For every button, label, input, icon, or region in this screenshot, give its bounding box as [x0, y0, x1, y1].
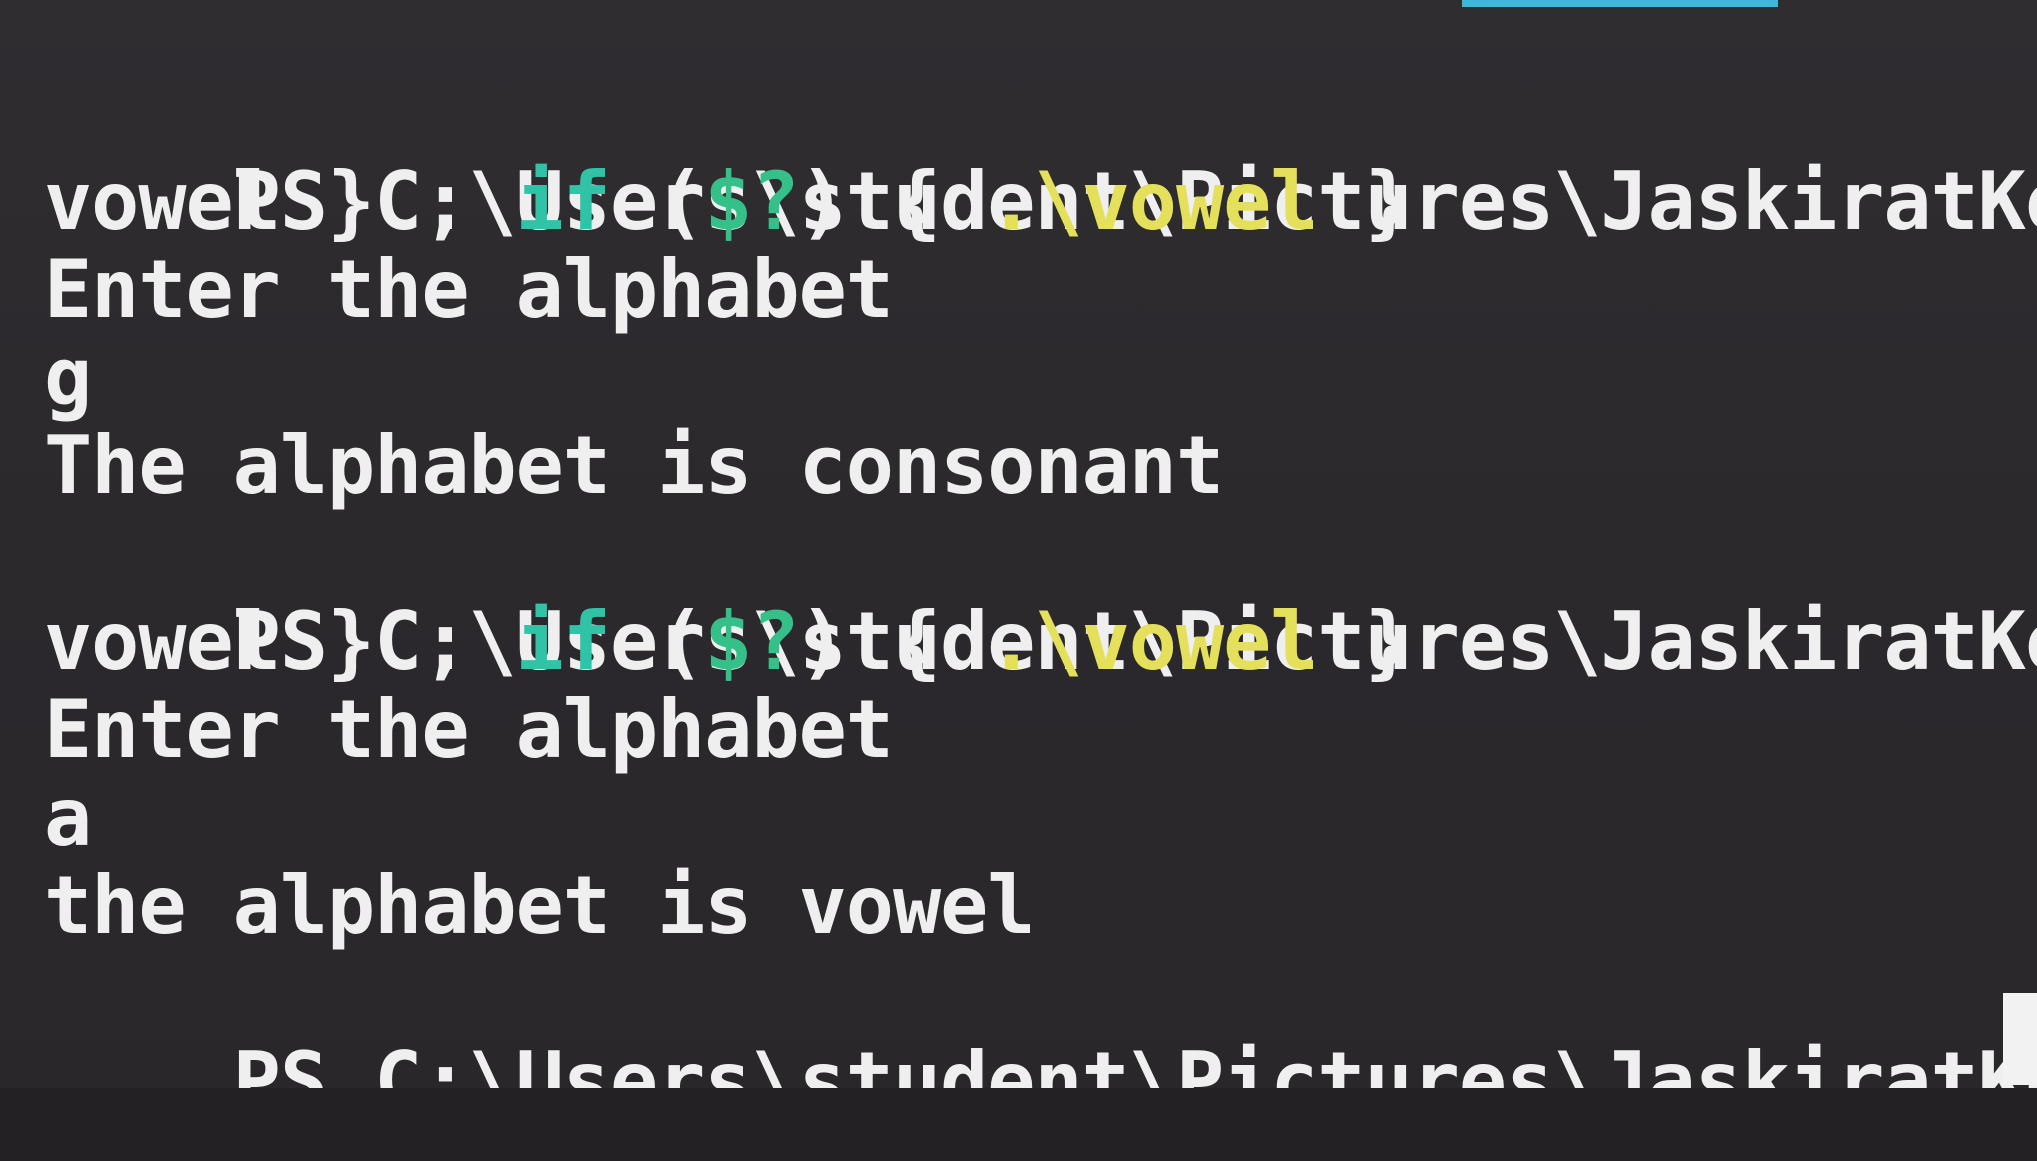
brace-close: }: [1317, 155, 1413, 248]
bottom-edge: [0, 1088, 2037, 1161]
brace-open: ) {: [798, 595, 988, 688]
output-line: Enter the alphabet: [44, 683, 894, 776]
prompt-line: PS C:\Users\student\Pictures\JaskiratKou…: [44, 950, 2037, 1091]
keyword-if: if: [515, 155, 611, 248]
active-tab-indicator: [1462, 0, 1778, 7]
command-prefix: vowel } ;: [44, 595, 516, 688]
command-line: vowel } ; if ($?) { .\vowel }: [44, 595, 1413, 688]
brace-open: ) {: [798, 155, 988, 248]
input-echo-line: g: [44, 331, 92, 424]
output-line: The alphabet is consonant: [44, 419, 1224, 512]
paren-open: (: [609, 595, 705, 688]
variable-status: $?: [704, 595, 799, 688]
command-line: vowel } ; if ($?) { .\vowel }: [44, 155, 1413, 248]
terminal-output[interactable]: PS C:\Users\student\Pictures\JaskiratKou…: [44, 70, 2037, 1091]
variable-status: $?: [704, 155, 799, 248]
keyword-if: if: [515, 595, 611, 688]
brace-close: }: [1317, 595, 1413, 688]
command-exec: .\vowel: [987, 595, 1318, 688]
input-echo-line: a: [44, 771, 92, 864]
command-exec: .\vowel: [987, 155, 1318, 248]
prompt-text: PS C:\Users\student\Pictures\JaskiratKou…: [232, 1035, 2037, 1091]
paren-open: (: [609, 155, 705, 248]
output-line: Enter the alphabet: [44, 243, 894, 336]
text-cursor: [2003, 993, 2037, 1085]
command-prefix: vowel } ;: [44, 155, 516, 248]
output-line: the alphabet is vowel: [44, 859, 1035, 952]
